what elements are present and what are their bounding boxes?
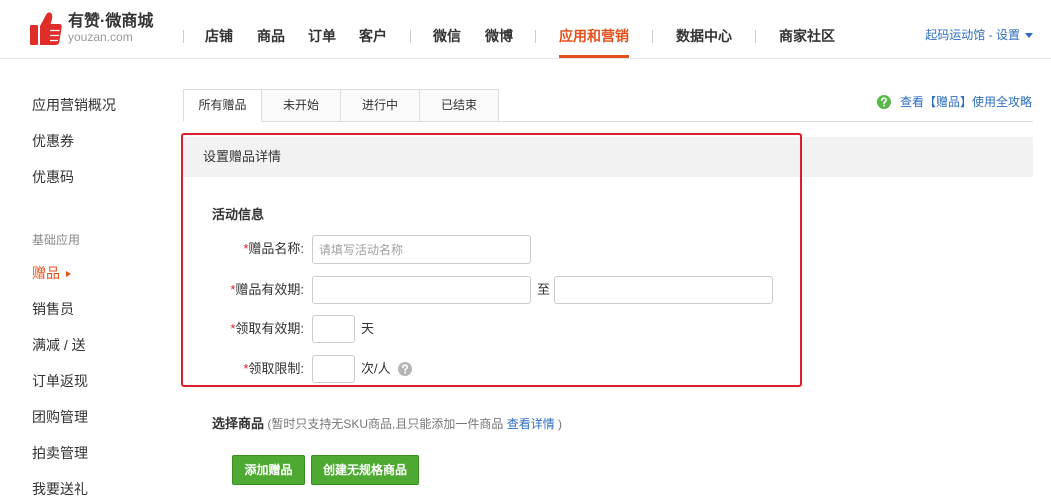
- sidebar-item-cashback[interactable]: 订单返现: [32, 372, 88, 390]
- help-circle-icon[interactable]: [877, 95, 891, 109]
- gift-validity-label: *赠品有效期:: [196, 282, 304, 298]
- tab-not-started[interactable]: 未开始: [261, 89, 341, 122]
- sidebar-item-promo-codes[interactable]: 优惠码: [32, 168, 74, 186]
- claim-limit-label: *领取限制:: [196, 361, 304, 377]
- claim-validity-label: *领取有效期:: [196, 321, 304, 337]
- add-gift-button[interactable]: 添加赠品: [232, 455, 305, 485]
- tab-all-gifts[interactable]: 所有赠品: [183, 89, 262, 122]
- caret-right-icon: [66, 271, 71, 278]
- tabs-divider: [183, 121, 1033, 122]
- select-goods-note: (暂时只支持无SKU商品,且只能添加一件商品: [264, 417, 507, 431]
- label-text: 赠品有效期:: [235, 282, 304, 297]
- nav-divider: [535, 30, 536, 43]
- nav-divider: [183, 30, 184, 43]
- claim-limit-input[interactable]: [312, 355, 355, 383]
- nav-apps-marketing[interactable]: 应用和营销: [559, 27, 629, 45]
- select-goods-title: 选择商品: [212, 416, 265, 431]
- label-text: 领取限制:: [248, 361, 304, 376]
- nav-orders[interactable]: 订单: [308, 27, 336, 45]
- label-text: 赠品名称:: [248, 241, 304, 256]
- range-separator: 至: [537, 282, 551, 297]
- nav-active-underline: [559, 55, 629, 58]
- sidebar-item-coupons[interactable]: 优惠券: [32, 132, 74, 150]
- days-unit: 天: [361, 321, 375, 336]
- nav-data-center[interactable]: 数据中心: [676, 27, 732, 45]
- tab-in-progress[interactable]: 进行中: [340, 89, 420, 122]
- sidebar-item-marketing-overview[interactable]: 应用营销概况: [32, 96, 116, 114]
- sidebar-section-label: 基础应用: [32, 233, 81, 247]
- nav-divider: [410, 30, 411, 43]
- account-separator: -: [988, 28, 993, 42]
- validity-end-input[interactable]: [554, 276, 773, 304]
- claim-validity-days-input[interactable]: [312, 315, 355, 343]
- times-per-person-unit: 次/人: [361, 361, 391, 376]
- sidebar-item-send-gift[interactable]: 我要送礼: [32, 480, 88, 498]
- nav-merchant-community[interactable]: 商家社区: [779, 27, 835, 45]
- tab-ended[interactable]: 已结束: [419, 89, 499, 122]
- select-goods-note-close: ): [554, 417, 563, 431]
- sidebar-item-salesperson[interactable]: 销售员: [32, 300, 74, 318]
- settings-link[interactable]: 设置: [996, 28, 1020, 42]
- question-circle-icon[interactable]: [398, 362, 412, 376]
- label-text: 领取有效期:: [235, 321, 304, 336]
- store-name[interactable]: 起码运动馆: [925, 28, 985, 42]
- activity-info-heading: 活动信息: [212, 207, 265, 222]
- validity-start-input[interactable]: [312, 276, 531, 304]
- nav-wechat[interactable]: 微信: [433, 27, 461, 45]
- gift-guide-link[interactable]: 查看【赠品】使用全攻略: [900, 95, 1032, 109]
- sidebar-item-gifts[interactable]: 赠品: [32, 264, 71, 282]
- sidebar-item-discount[interactable]: 满减 / 送: [32, 336, 86, 354]
- sidebar-item-auction[interactable]: 拍卖管理: [32, 444, 88, 462]
- gift-name-input[interactable]: [312, 235, 531, 264]
- create-product-button[interactable]: 创建无规格商品: [311, 455, 419, 485]
- panel-header: 设置赠品详情: [183, 137, 1033, 177]
- nav-divider: [755, 30, 756, 43]
- select-goods-row: 选择商品 (暂时只支持无SKU商品,且只能添加一件商品 查看详情 ): [212, 416, 562, 432]
- nav-divider: [652, 30, 653, 43]
- caret-down-icon[interactable]: [1025, 33, 1033, 39]
- sidebar-item-label: 赠品: [32, 265, 60, 281]
- brand-name[interactable]: 有赞·微商城: [68, 12, 153, 31]
- nav-store[interactable]: 店铺: [205, 27, 233, 45]
- nav-weibo[interactable]: 微博: [485, 27, 513, 45]
- nav-customers[interactable]: 客户: [359, 27, 387, 45]
- panel-title: 设置赠品详情: [203, 149, 282, 164]
- account-menu[interactable]: 起码运动馆 - 设置: [925, 27, 1033, 43]
- gift-name-label: *赠品名称:: [196, 241, 304, 257]
- top-header: 有赞·微商城 youzan.com 店铺 商品 订单 客户 微信 微博 应用和营…: [0, 0, 1051, 59]
- view-details-link[interactable]: 查看详情: [507, 417, 555, 431]
- thumbs-up-icon[interactable]: [30, 11, 62, 45]
- brand-domain: youzan.com: [68, 30, 133, 44]
- sidebar-item-group-buy[interactable]: 团购管理: [32, 408, 88, 426]
- nav-products[interactable]: 商品: [257, 27, 285, 45]
